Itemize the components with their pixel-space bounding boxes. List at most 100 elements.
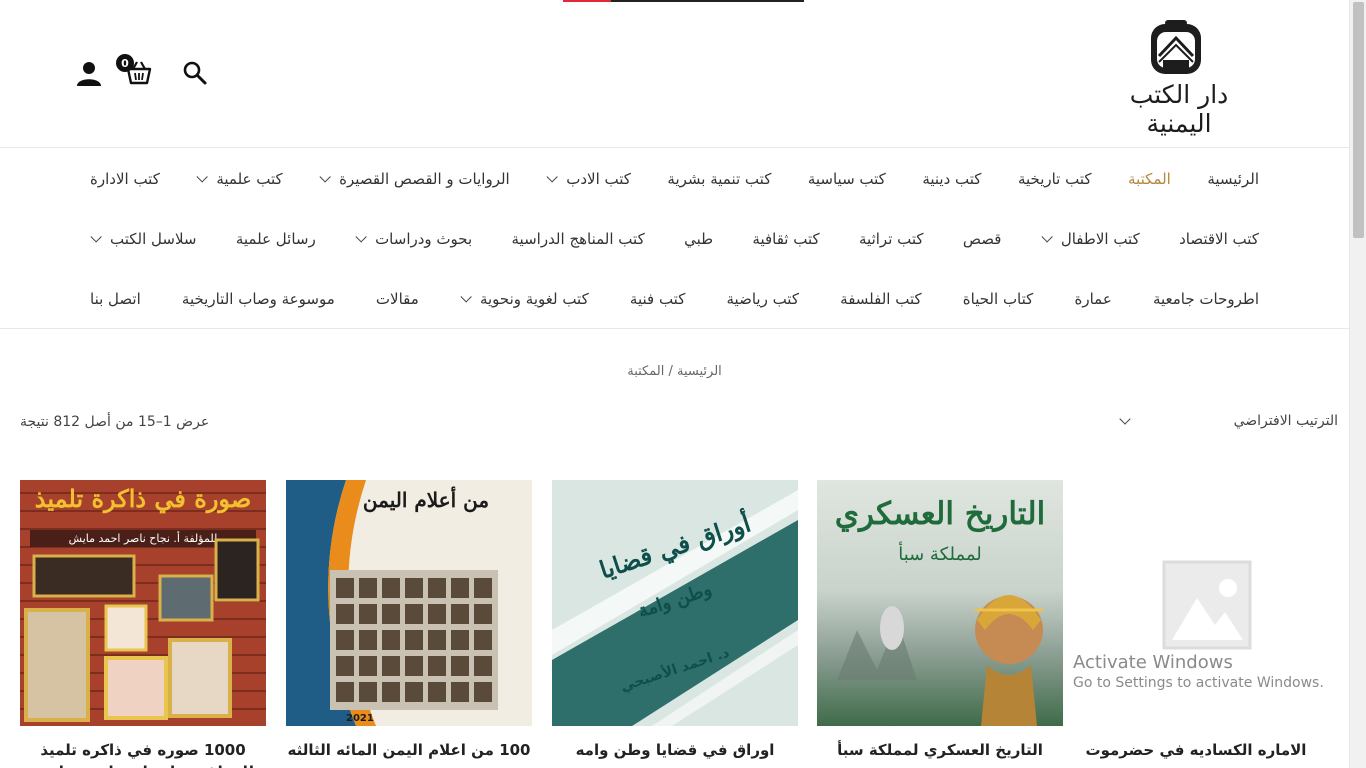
nav-item[interactable]: الروايات و القصص القصيرة [319, 170, 510, 188]
nav-item-label: كتب علمية [216, 170, 283, 188]
nav-item-label: قصص [962, 230, 1002, 248]
site-logo[interactable]: دار الكتب اليمنية [1099, 18, 1259, 138]
cover-art [24, 538, 260, 722]
nav-item-label: بحوث ودراسات [375, 230, 473, 248]
nav-item[interactable]: كتب فنية [630, 290, 685, 308]
user-icon [77, 62, 101, 86]
nav-item[interactable]: عمارة [1074, 290, 1111, 308]
cover-title: من أعلام اليمن [362, 488, 490, 512]
nav-item[interactable]: رسائل علمية [236, 230, 316, 248]
nav-item-label: سلاسل الكتب [110, 230, 197, 248]
windows-activation-watermark: Activate Windows Go to Settings to activ… [1073, 652, 1324, 691]
product-grid: الاماره الكساديه في حضرموت التاريخ العسك… [20, 480, 1330, 768]
breadcrumb-separator: / [664, 364, 677, 379]
nav-item[interactable]: كتب تنمية بشرية [667, 170, 771, 188]
product-card[interactable]: من أعلام اليمن 2021 100 من اعلام اليمن ا… [286, 480, 532, 762]
nav-item[interactable]: كتب ثقافية [752, 230, 819, 248]
cart-count-badge: 0 [116, 54, 134, 72]
nav-item[interactable]: كتب الاطفال [1041, 230, 1140, 248]
product-cover-image[interactable]: التاريخ العسكري لمملكة سبأ [817, 480, 1063, 726]
nav-item[interactable]: اتصل بنا [90, 290, 141, 308]
breadcrumb-current: المكتبة [627, 364, 665, 379]
product-title[interactable]: اوراق في قضايا وطن وامه [552, 740, 798, 762]
nav-item[interactable]: موسوعة وصاب التاريخية [182, 290, 335, 308]
nav-item-label: موسوعة وصاب التاريخية [181, 290, 335, 308]
nav-item[interactable]: كتب علمية [196, 170, 283, 188]
nav-item-label: طبي [684, 230, 714, 248]
chevron-down-icon [319, 171, 331, 183]
product-title[interactable]: 100 من اعلام اليمن المائه الثالثه [286, 740, 532, 762]
product-cover-image[interactable]: صورة في ذاكرة تلميذ للمؤلفة أ. نجاح ناصر… [20, 480, 266, 726]
cover-art [837, 595, 1043, 726]
nav-row-1: الرئيسية المكتبة كتب تاريخية كتب دينية كتب س… [90, 149, 1259, 209]
nav-item[interactable]: كتب سياسية [808, 170, 886, 188]
nav-item-label: كتب الفلسفة [840, 290, 922, 308]
nav-item[interactable]: كتب دينية [922, 170, 981, 188]
nav-item[interactable]: اطروحات جامعية [1153, 290, 1259, 308]
nav-item-label: اتصل بنا [90, 290, 141, 308]
site-header: دار الكتب اليمنية 0 [0, 0, 1349, 148]
nav-item-label: عمارة [1074, 290, 1112, 308]
nav-item[interactable]: كتب لغوية ونحوية [460, 290, 589, 308]
nav-item[interactable]: المكتبة [1128, 170, 1171, 188]
nav-item-label: كتب تنمية بشرية [667, 170, 772, 188]
nav-item-label: كتب الادب [566, 170, 631, 188]
nav-item[interactable]: كتب الاقتصاد [1179, 230, 1259, 248]
nav-item-label: مقالات [375, 290, 419, 308]
result-count: عرض 1–15 من أصل 812 نتيجة [20, 414, 210, 430]
nav-item[interactable]: كتاب الحياة [963, 290, 1034, 308]
nav-item[interactable]: مقالات [376, 290, 419, 308]
nav-item[interactable]: قصص [963, 230, 1002, 248]
nav-item[interactable]: كتب رياضية [727, 290, 799, 308]
nav-item-label: كتب رياضية [726, 290, 799, 308]
watermark-line-2: Go to Settings to activate Windows. [1073, 675, 1324, 691]
nav-item-label: كتب الاقتصاد [1179, 230, 1259, 248]
product-cover-image[interactable]: من أعلام اليمن 2021 [286, 480, 532, 726]
nav-item-label: كتب سياسية [807, 170, 886, 188]
chevron-down-icon [1041, 231, 1053, 243]
nav-row-2: كتب الاقتصاد كتب الاطفال قصص كتب تراثية كتب … [90, 209, 1259, 269]
product-card[interactable]: أوراق في قضايا وطن وامة د. احمد الأصبحي … [552, 480, 798, 762]
nav-item-label: كتب ثقافية [752, 230, 820, 248]
page-scrollbar[interactable] [1349, 0, 1366, 768]
nav-item[interactable]: كتب المناهج الدراسية [512, 230, 645, 248]
nav-item-label: الروايات و القصص القصيرة [339, 170, 510, 188]
product-title[interactable]: الاماره الكساديه في حضرموت [1073, 740, 1319, 762]
cart-button[interactable]: 0 [116, 54, 154, 88]
product-title[interactable]: التاريخ العسكري لمملكة سبأ [817, 740, 1063, 762]
account-button[interactable] [74, 58, 104, 88]
header-actions: 0 [74, 54, 214, 90]
nav-item-label: رسائل علمية [235, 230, 316, 248]
product-card[interactable]: صورة في ذاكرة تلميذ للمؤلفة أ. نجاح ناصر… [20, 480, 266, 768]
nav-item[interactable]: كتب الادب [546, 170, 631, 188]
product-title[interactable]: 1000 صوره في ذاكره تلميذ للمؤلفه نجاح نا… [20, 740, 266, 768]
nav-item-label: الرئيسية [1207, 170, 1259, 188]
chevron-down-icon [355, 231, 367, 243]
product-card[interactable]: الاماره الكساديه في حضرموت [1073, 480, 1319, 762]
chevron-down-icon [460, 291, 472, 303]
chevron-down-icon [196, 171, 209, 183]
chevron-down-icon [90, 231, 102, 243]
sort-order-value: الترتيب الافتراضي [1233, 413, 1338, 429]
nav-item[interactable]: الرئيسية [1207, 170, 1259, 188]
search-icon [183, 61, 207, 85]
nav-item[interactable]: كتب الادارة [90, 170, 160, 188]
main-navigation: الرئيسية المكتبة كتب تاريخية كتب دينية كتب س… [0, 149, 1349, 329]
sort-order-select[interactable]: الترتيب الافتراضي [1113, 405, 1338, 437]
nav-item[interactable]: سلاسل الكتب [90, 230, 197, 248]
nav-item[interactable]: كتب الفلسفة [840, 290, 921, 308]
product-card[interactable]: التاريخ العسكري لمملكة سبأ التاريخ العسك… [817, 480, 1063, 762]
breadcrumb-home-link[interactable]: الرئيسية [677, 364, 722, 379]
nav-item-label: كتاب الحياة [962, 290, 1034, 308]
chevron-down-icon [546, 171, 558, 183]
nav-item-label: كتب الادارة [90, 170, 160, 188]
nav-item[interactable]: بحوث ودراسات [355, 230, 472, 248]
search-button[interactable] [180, 58, 210, 88]
nav-item[interactable]: طبي [684, 230, 713, 248]
scrollbar-thumb[interactable] [1353, 2, 1364, 238]
product-cover-image[interactable]: أوراق في قضايا وطن وامة د. احمد الأصبحي [552, 480, 798, 726]
nav-item-label: كتب تاريخية [1017, 170, 1092, 188]
nav-item[interactable]: كتب تاريخية [1018, 170, 1092, 188]
nav-item[interactable]: كتب تراثية [859, 230, 924, 248]
nav-row-3: اطروحات جامعية عمارة كتاب الحياة كتب الفلسف… [90, 269, 1259, 329]
